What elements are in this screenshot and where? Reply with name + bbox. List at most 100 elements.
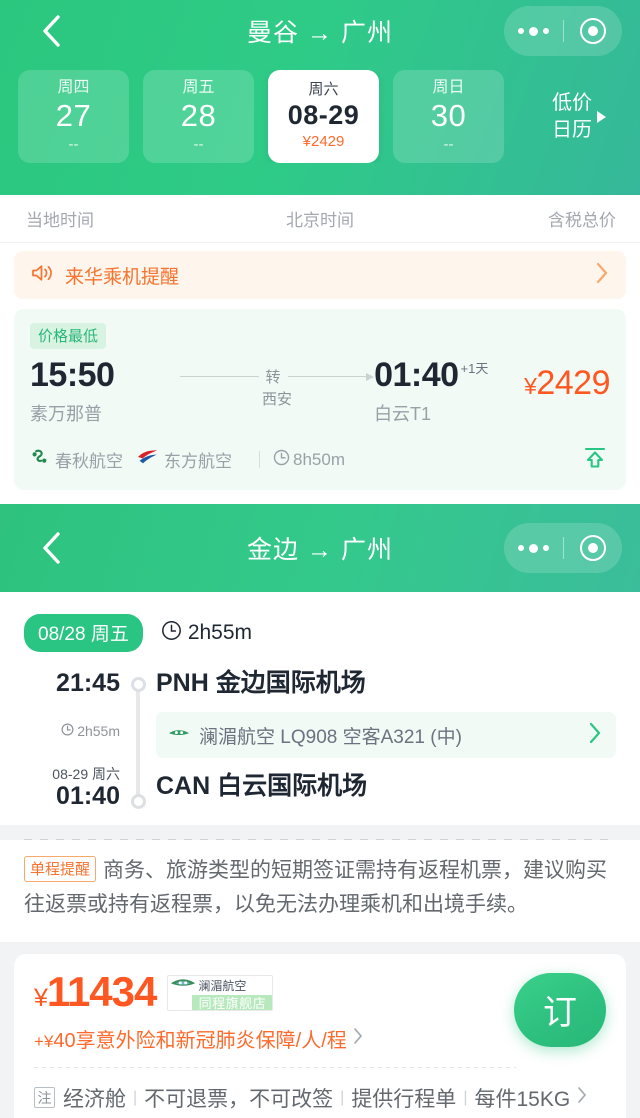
timeline-dot-destination (130, 793, 146, 809)
lanmei-airlines-logo (168, 726, 190, 744)
route-line-left (180, 376, 259, 377)
transfer-label: 转 (265, 369, 281, 386)
departure-airport: 素万那普 (30, 404, 102, 425)
one-way-reminder-badge: 单程提醒 (24, 855, 97, 882)
header-bar: 曼谷 → 广州 (0, 0, 640, 62)
note-icon-glyph: 注 (37, 1089, 52, 1106)
timeline-arrive-date: 08-29 周六 (52, 766, 120, 783)
transfer-indicator: 转 西安 (180, 356, 375, 409)
arrow-head-icon (366, 372, 375, 381)
back-button[interactable] (34, 14, 68, 48)
destination-airport: 白云国际机场 (217, 772, 368, 801)
insurance-currency: ¥ (43, 1031, 54, 1051)
order-button[interactable]: 订 (514, 972, 606, 1047)
notice-text: 来华乘机提醒 (65, 266, 180, 288)
transfer-city: 西安 (262, 391, 293, 408)
departure-block: 15:50 素万那普 (30, 356, 180, 426)
itinerary-duration: 2h55m (161, 620, 252, 647)
miniprogram-capsule-2 (504, 523, 623, 574)
fare-rule-cabin: 经济舱 (63, 1087, 126, 1111)
chevron-right-icon (352, 1026, 364, 1051)
megaphone-icon (31, 263, 54, 288)
chevron-right-icon (595, 261, 609, 290)
price-currency: ¥ (524, 373, 537, 399)
date-card-selected[interactable]: 周六 08-29 ¥2429 (268, 70, 379, 163)
arrival-day-offset: +1天 (460, 361, 489, 376)
insurance-amount: 40 (53, 1029, 76, 1052)
date-day: 28 (180, 98, 217, 134)
date-price: -- (68, 135, 79, 153)
itinerary-duration-text: 2h55m (187, 621, 253, 645)
china-travel-notice-banner[interactable]: 来华乘机提醒 (14, 251, 626, 299)
order-button-label: 订 (543, 994, 577, 1033)
capsule-close-button-2[interactable] (564, 523, 623, 573)
chevron-right-icon (576, 1085, 588, 1110)
airline-name: 春秋航空 (55, 452, 123, 472)
timeline-bar (136, 689, 140, 797)
origin-code: PNH (156, 669, 209, 698)
target-circle-icon (579, 535, 606, 562)
airline-spring: 春秋航空 (30, 447, 123, 472)
visa-reminder-text: 商务、旅游类型的短期签证需持有返程机票，建议购买往返票或持有返程票，以免无法办理… (24, 858, 608, 916)
date-weekday: 周日 (432, 79, 465, 97)
timeline-arrive-time: 01:40 (56, 782, 120, 811)
date-weekday: 周六 (308, 81, 339, 99)
booking-section: ¥11434 澜湄航空 同程旗舰店 +¥40享意外险和新冠肺炎保障/人/程 订 … (0, 942, 640, 1118)
timeline-times: 21:45 2h55m 08-29 周六 01:40 (24, 670, 120, 811)
date-list[interactable]: 周四 27 -- 周五 28 -- 周六 08-29 ¥2429 周日 30 -… (0, 70, 512, 163)
miniprogram-capsule (504, 6, 622, 56)
date-weekday: 周四 (57, 79, 90, 97)
fare-rule-baggage: 每件15KG (474, 1087, 571, 1111)
flight-timeline: 21:45 2h55m 08-29 周六 01:40 PNH 金边国际机场 澜湄… (24, 670, 616, 811)
page-title-2: 金边 → 广州 (247, 536, 393, 565)
total-price-amount: 11434 (46, 967, 157, 1015)
timeline-depart-time: 21:45 (56, 669, 120, 698)
arrival-time: 01:40 (374, 356, 459, 394)
capsule-menu-button[interactable] (504, 6, 563, 56)
result-price-block: ¥2429 (524, 356, 610, 403)
flight-summary-row: 15:50 素万那普 转 西安 01:40 +1天 白云T1 ¥2429 (30, 356, 610, 426)
date-strip: 周四 27 -- 周五 28 -- 周六 08-29 ¥2429 周日 30 -… (0, 62, 640, 195)
departure-time: 15:50 (30, 356, 115, 394)
timeline-stations: PNH 金边国际机场 澜湄航空 LQ908 空客A321 (中) CAN 白云国… (156, 670, 616, 811)
clock-icon (273, 449, 290, 471)
date-card[interactable]: 周五 28 -- (143, 70, 254, 163)
date-price: ¥2429 (302, 132, 345, 150)
share-upload-icon[interactable] (580, 442, 610, 477)
total-price-currency: ¥ (34, 983, 48, 1012)
date-card[interactable]: 周日 30 -- (393, 70, 504, 163)
column-labels-row: 当地时间 北京时间 含税总价 (0, 195, 640, 243)
note-icon: 注 (34, 1087, 55, 1109)
rule-separator: | (340, 1088, 345, 1106)
results-section: 价格最低 15:50 素万那普 转 西安 01:40 +1天 白云T1 ¥242… (0, 307, 640, 505)
more-dots-icon (517, 26, 549, 36)
flight-segment-bar[interactable]: 澜湄航空 LQ908 空客A321 (中) (156, 712, 616, 759)
date-day: 08-29 (287, 99, 360, 130)
page-title: 曼谷 → 广州 (247, 19, 393, 47)
airline-name: 东方航空 (164, 452, 232, 472)
lanmei-wings-logo (170, 976, 196, 995)
flight-result-card[interactable]: 价格最低 15:50 素万那普 转 西安 01:40 +1天 白云T1 ¥242… (14, 309, 626, 491)
visa-reminder-section: 单程提醒 商务、旅游类型的短期签证需持有返程机票，建议购买往返票或持有返程票，以免… (0, 839, 640, 942)
date-price: -- (443, 135, 454, 153)
capsule-close-button[interactable] (564, 6, 623, 56)
date-card[interactable]: 周四 27 -- (18, 70, 129, 163)
itinerary-date-pill: 08/28 周五 (24, 614, 143, 653)
capsule-menu-button-2[interactable] (504, 523, 563, 573)
back-button-2[interactable] (34, 531, 68, 565)
low-price-calendar-button[interactable]: 低价 日历 (512, 70, 640, 163)
insurance-row[interactable]: +¥40享意外险和新冠肺炎保障/人/程 (34, 1024, 496, 1053)
route-line-right (287, 376, 367, 377)
clock-icon (161, 620, 182, 647)
triangle-right-icon (597, 110, 606, 123)
date-day: 30 (430, 98, 467, 134)
label-total-price: 含税总价 (548, 211, 616, 230)
fare-rules-row[interactable]: 注 经济舱 | 不可退票，不可改签 | 提供行程单 | 每件15KG (34, 1068, 606, 1118)
meta-divider (259, 451, 260, 469)
notice-section: 来华乘机提醒 (0, 243, 640, 307)
timeline-leg-duration: 2h55m (24, 696, 120, 766)
origin-station: PNH 金边国际机场 (156, 670, 616, 696)
arrival-airport: 白云T1 (374, 404, 432, 425)
timeline-dot-origin (130, 677, 146, 693)
destination-station: CAN 白云国际机场 (156, 773, 616, 799)
